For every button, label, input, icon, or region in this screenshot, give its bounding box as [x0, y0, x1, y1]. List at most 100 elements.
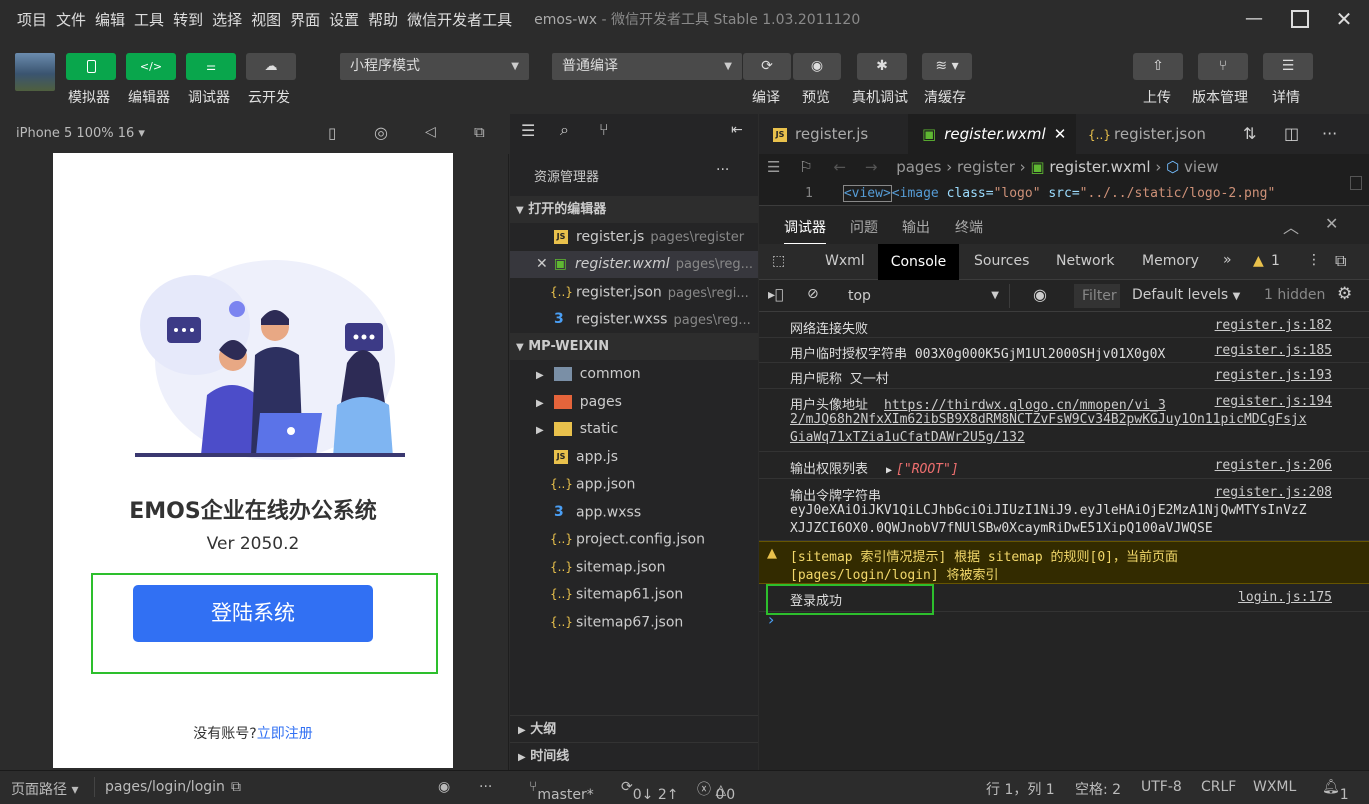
kebab-icon[interactable]: ⋮: [1307, 252, 1321, 268]
list-item[interactable]: ▶ common: [510, 361, 758, 388]
menu-edit[interactable]: 编辑: [95, 9, 125, 30]
login-button[interactable]: 登陆系统: [133, 585, 373, 642]
clear-cache-button[interactable]: ≋ ▾: [922, 53, 972, 80]
source-link[interactable]: register.js:182: [1215, 318, 1332, 333]
levels-select[interactable]: Default levels ▼: [1132, 287, 1240, 303]
volume-icon[interactable]: ◁: [425, 124, 436, 140]
upload-button[interactable]: ⇧: [1133, 53, 1183, 80]
collapse-icon[interactable]: ⇤: [731, 122, 743, 138]
more-icon[interactable]: ···: [716, 162, 729, 178]
menu-interface[interactable]: 界面: [290, 9, 320, 30]
tab-network[interactable]: Network: [1056, 253, 1114, 269]
indent-spaces[interactable]: 空格: 2: [1075, 779, 1121, 799]
inspect-icon[interactable]: ⬚: [772, 253, 785, 269]
code-line[interactable]: 1 <view><image class="logo" src="../../st…: [759, 183, 1359, 205]
device-select[interactable]: iPhone 5 100% 16 ▾: [16, 126, 145, 141]
chevron-up-icon[interactable]: ︿: [1283, 214, 1299, 238]
menu-view[interactable]: 视图: [251, 9, 281, 30]
compile-button[interactable]: ⟳: [743, 53, 791, 80]
tab-register-wxml[interactable]: ▣ register.wxml ✕: [908, 114, 1076, 154]
encoding[interactable]: UTF-8: [1141, 779, 1182, 795]
problems-indicator[interactable]: ⓧ 0 △ 0: [697, 779, 735, 803]
preview-button[interactable]: ◉: [793, 53, 841, 80]
menu-project[interactable]: 项目: [17, 9, 47, 30]
list-item[interactable]: ▶ static: [510, 416, 758, 443]
tab-register-js[interactable]: JS register.js: [759, 114, 907, 154]
details-button[interactable]: ☰: [1263, 53, 1313, 80]
close-icon[interactable]: ✕: [1054, 125, 1067, 143]
expand-icon[interactable]: ▶: [886, 465, 892, 476]
eye-icon[interactable]: ◉: [1033, 285, 1047, 304]
list-icon[interactable]: ☰: [521, 121, 535, 140]
menu-goto[interactable]: 转到: [173, 9, 203, 30]
list-item[interactable]: 3 register.wxss pages\reg...: [510, 306, 758, 333]
menu-tools[interactable]: 工具: [134, 9, 164, 30]
copy-icon[interactable]: ⧉: [231, 779, 241, 795]
tab-sources[interactable]: Sources: [974, 253, 1029, 269]
list-item[interactable]: ▶ pages: [510, 389, 758, 416]
source-link[interactable]: register.js:185: [1215, 343, 1332, 358]
scrollbar[interactable]: [1350, 176, 1362, 190]
version-button[interactable]: ⑂: [1198, 53, 1248, 80]
debugger-toggle-button[interactable]: ⚌: [186, 53, 236, 80]
list-item[interactable]: {..} sitemap.json: [510, 554, 758, 581]
list-item[interactable]: JS register.js pages\register: [510, 224, 758, 251]
tab-problems[interactable]: 问题: [850, 217, 878, 237]
list-item[interactable]: {..} sitemap61.json: [510, 581, 758, 608]
project-header[interactable]: ▼ MP-WEIXIN: [510, 333, 758, 360]
list-item[interactable]: JS app.js: [510, 444, 758, 471]
clear-console-icon[interactable]: ⊘: [807, 286, 819, 302]
simulator-toggle-button[interactable]: [66, 53, 116, 80]
menu-help[interactable]: 帮助: [368, 9, 398, 30]
more-tabs-icon[interactable]: »: [1223, 252, 1232, 268]
register-link[interactable]: 立即注册: [257, 726, 313, 742]
git-icon[interactable]: ⑂: [599, 120, 609, 139]
timeline-header[interactable]: ▶ 时间线: [510, 742, 758, 769]
page-path-label[interactable]: 页面路径 ▾: [11, 779, 78, 799]
tab-wxml[interactable]: Wxml: [825, 253, 865, 269]
real-debug-button[interactable]: ✱: [857, 53, 907, 80]
mode-select[interactable]: 小程序模式 ▼: [340, 53, 529, 80]
line-ending[interactable]: CRLF: [1201, 779, 1236, 795]
list-item[interactable]: {..} sitemap67.json: [510, 609, 758, 636]
list-item[interactable]: {..} register.json pages\regi...: [510, 279, 758, 306]
bookmark-icon[interactable]: ⚐: [799, 158, 812, 176]
eye-icon[interactable]: ◉: [438, 779, 450, 795]
list-item[interactable]: {..} app.json: [510, 471, 758, 498]
list-icon[interactable]: ☰: [767, 158, 780, 176]
more-icon[interactable]: ···: [479, 779, 492, 795]
forward-icon[interactable]: →: [865, 158, 878, 176]
console-prompt[interactable]: ›: [768, 610, 774, 629]
sync-icon[interactable]: ⟳ 0↓ 2↑: [621, 779, 678, 803]
phone-icon[interactable]: ▯: [328, 124, 336, 142]
cursor-position[interactable]: 行 1，列 1: [986, 779, 1055, 799]
list-item[interactable]: {..} project.config.json: [510, 526, 758, 553]
outline-header[interactable]: ▶ 大纲: [510, 715, 758, 742]
home-icon[interactable]: ◎: [374, 123, 388, 142]
compare-icon[interactable]: ⇅: [1243, 124, 1256, 143]
close-icon[interactable]: ✕: [536, 256, 548, 272]
source-link[interactable]: login.js:175: [1238, 590, 1332, 605]
source-link[interactable]: register.js:193: [1215, 368, 1332, 383]
filter-input[interactable]: Filter: [1074, 284, 1120, 308]
language-mode[interactable]: WXML: [1253, 779, 1296, 795]
avatar-url-link[interactable]: https://thirdwx.qlogo.cn/mmopen/vi_3: [884, 398, 1166, 413]
editor-toggle-button[interactable]: </>: [126, 53, 176, 80]
bell-icon[interactable]: 🔔︎ 1: [1322, 779, 1349, 803]
menu-wechat-devtools[interactable]: 微信开发者工具: [407, 9, 512, 30]
tab-terminal[interactable]: 终端: [955, 217, 983, 237]
warning-count[interactable]: 1: [1271, 253, 1280, 269]
compile-select[interactable]: 普通编译 ▼: [552, 53, 742, 80]
tab-debugger[interactable]: 调试器: [784, 217, 826, 245]
branch-icon[interactable]: ⑂ master*: [529, 779, 594, 803]
close-icon[interactable]: ✕: [1325, 214, 1338, 233]
more-icon[interactable]: ···: [1322, 124, 1337, 143]
source-link[interactable]: register.js:194: [1215, 394, 1332, 409]
menu-file[interactable]: 文件: [56, 9, 86, 30]
open-editors-header[interactable]: ▼ 打开的编辑器: [510, 196, 758, 223]
minimize-icon[interactable]: —: [1241, 6, 1267, 32]
back-icon[interactable]: ←: [833, 158, 846, 176]
dock-icon[interactable]: ⧉: [1335, 251, 1346, 271]
tab-console[interactable]: Console: [878, 244, 959, 280]
close-icon[interactable]: ✕: [1331, 6, 1357, 32]
